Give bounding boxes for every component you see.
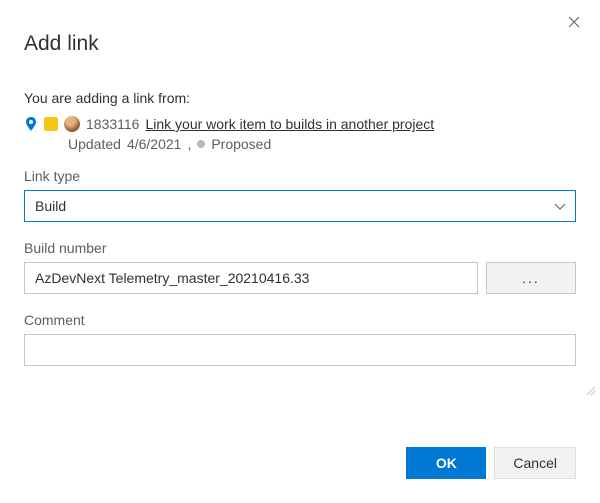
workitem-title-link[interactable]: Link your work item to builds in another… — [145, 116, 434, 132]
build-number-label: Build number — [24, 240, 576, 256]
workitem-state: Proposed — [211, 136, 271, 152]
browse-button[interactable]: ... — [486, 262, 576, 294]
link-type-input[interactable] — [24, 190, 576, 222]
avatar — [64, 116, 80, 132]
link-type-label: Link type — [24, 168, 576, 184]
workitem-meta: Updated 4/6/2021 , Proposed — [68, 136, 576, 152]
link-from-label: You are adding a link from: — [24, 90, 576, 106]
cancel-button[interactable]: Cancel — [494, 447, 576, 479]
dialog-footer: OK Cancel — [406, 447, 576, 479]
updated-separator: , — [187, 136, 191, 152]
close-button[interactable] — [566, 14, 582, 30]
updated-date: 4/6/2021 — [127, 136, 182, 152]
resize-grip-icon[interactable] — [584, 384, 596, 399]
pin-icon — [24, 117, 38, 131]
updated-prefix: Updated — [68, 136, 121, 152]
link-type-select[interactable] — [24, 190, 576, 222]
state-dot-icon — [197, 140, 205, 148]
close-icon — [568, 16, 580, 28]
comment-input[interactable] — [24, 334, 576, 366]
build-number-input[interactable] — [24, 262, 478, 294]
comment-label: Comment — [24, 312, 576, 328]
dialog-title: Add link — [24, 32, 576, 56]
workitem-id: 1833116 — [86, 116, 139, 132]
badge-icon — [44, 117, 58, 131]
workitem-row: 1833116 Link your work item to builds in… — [24, 116, 576, 132]
ok-button[interactable]: OK — [406, 447, 486, 479]
